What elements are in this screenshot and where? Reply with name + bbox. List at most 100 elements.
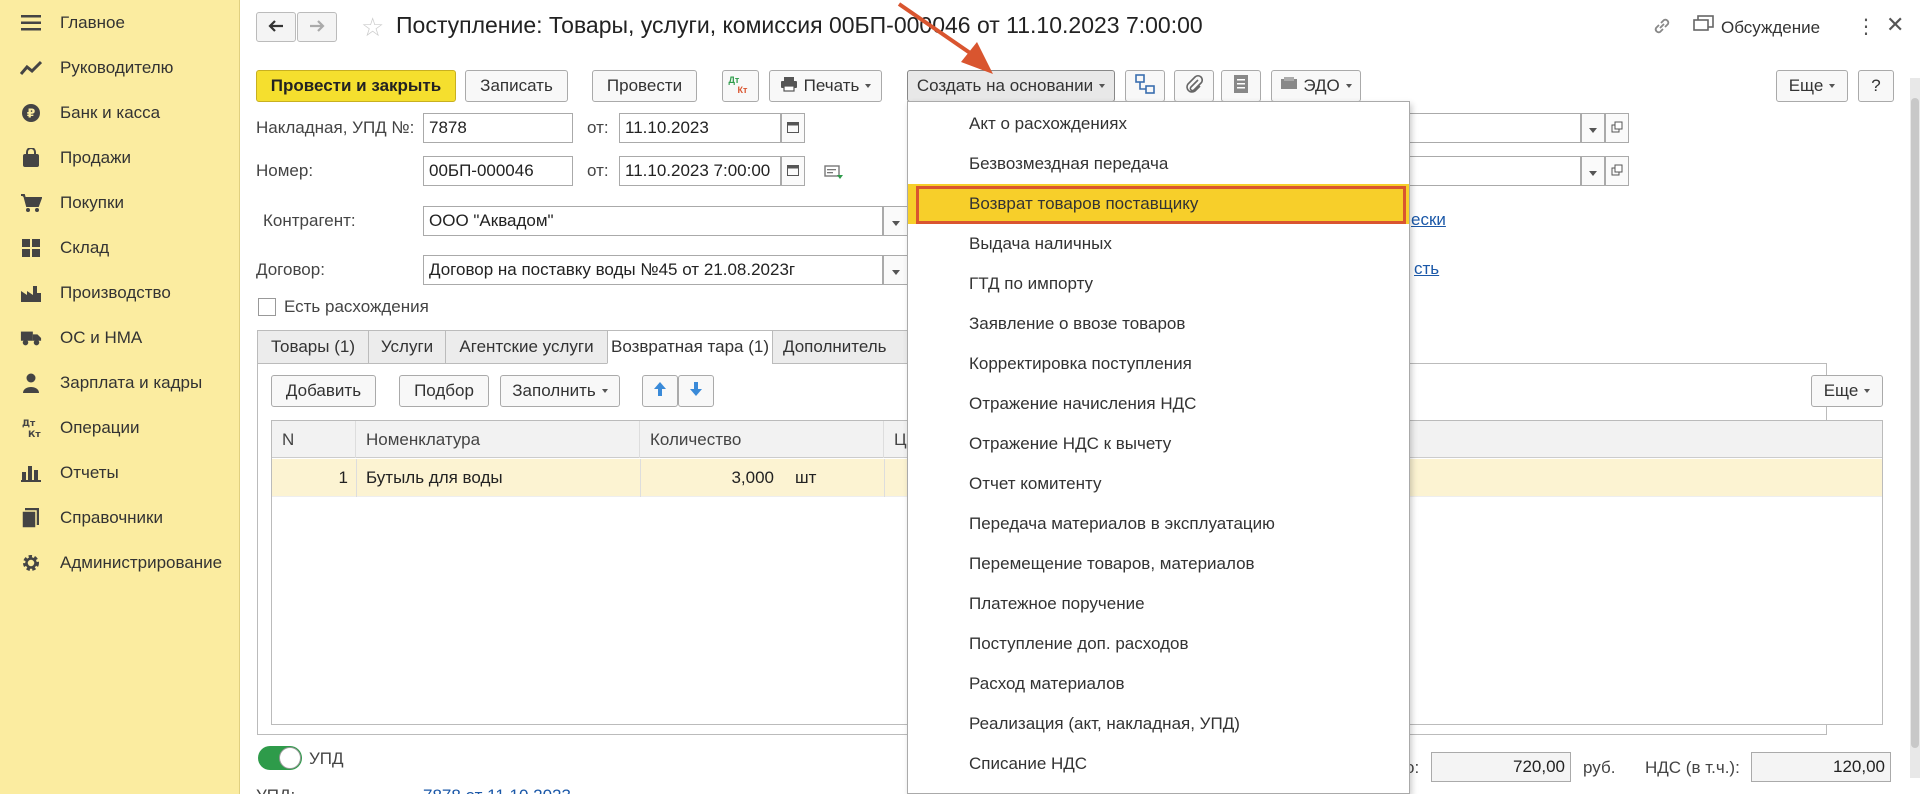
- upd-document-link[interactable]: 7878 от 11.10.2023: [423, 786, 571, 794]
- sidebar-item-manager[interactable]: Руководителю: [0, 48, 240, 88]
- edo-button[interactable]: ЭДО: [1271, 70, 1361, 102]
- invoice-from-label: от:: [587, 118, 609, 137]
- right-field-1[interactable]: [1406, 113, 1581, 143]
- invoice-date-field[interactable]: 11.10.2023: [619, 113, 781, 143]
- menu-item[interactable]: Отчет комитенту: [908, 464, 1409, 504]
- pick-button[interactable]: Подбор: [399, 375, 489, 407]
- edit-number-icon[interactable]: [824, 164, 844, 185]
- move-down-button[interactable]: [678, 375, 714, 407]
- column-header-n[interactable]: N: [272, 421, 356, 458]
- menu-item[interactable]: Списание НДС: [908, 744, 1409, 784]
- sidebar-item-reports[interactable]: Отчеты: [0, 453, 240, 493]
- tab-goods[interactable]: Товары (1): [257, 330, 369, 364]
- menu-item[interactable]: Платежное поручение: [908, 584, 1409, 624]
- more-button[interactable]: Еще: [1776, 70, 1848, 102]
- counterparty-side-link[interactable]: ески: [1411, 210, 1446, 230]
- books-icon: [20, 507, 42, 529]
- menu-icon: [20, 12, 42, 34]
- sidebar-item-bank[interactable]: ₽ Банк и касса: [0, 93, 240, 133]
- help-button[interactable]: ?: [1858, 70, 1894, 102]
- sidebar-item-salary[interactable]: Зарплата и кадры: [0, 363, 240, 403]
- edo-icon: [1280, 76, 1298, 97]
- sidebar-item-operations[interactable]: Дт Кт Операции: [0, 408, 240, 448]
- back-button[interactable]: [256, 12, 296, 42]
- invoice-date-calendar-button[interactable]: [781, 113, 805, 143]
- sidebar-item-label: ОС и НМА: [60, 328, 143, 347]
- tab-agent-services[interactable]: Агентские услуги: [445, 330, 608, 364]
- right-field-2-dropdown-button[interactable]: [1581, 156, 1605, 186]
- favorite-star-icon[interactable]: ☆: [361, 12, 384, 43]
- structure-button[interactable]: [1125, 70, 1165, 102]
- forward-button[interactable]: [297, 12, 337, 42]
- number-field[interactable]: 00БП-000046: [423, 156, 573, 186]
- save-button[interactable]: Записать: [465, 70, 568, 102]
- post-button[interactable]: Провести: [592, 70, 697, 102]
- menu-item[interactable]: Отражение НДС к вычету: [908, 424, 1409, 464]
- upd-toggle[interactable]: [258, 746, 302, 770]
- number-date-calendar-button[interactable]: [781, 156, 805, 186]
- counterparty-field[interactable]: ООО "Аквадом": [423, 206, 883, 236]
- discussion-button[interactable]: Обсуждение: [1693, 15, 1820, 40]
- menu-item[interactable]: Выдача наличных: [908, 224, 1409, 264]
- cell-name: Бутыль для воды: [366, 468, 503, 487]
- menu-item[interactable]: Отражение начисления НДС: [908, 384, 1409, 424]
- sidebar-item-main[interactable]: Главное: [0, 3, 240, 43]
- menu-item[interactable]: Передача материалов в эксплуатацию: [908, 504, 1409, 544]
- right-field-1-dropdown-button[interactable]: [1581, 113, 1605, 143]
- page-scrollbar[interactable]: [1910, 78, 1920, 778]
- right-field-2-open-button[interactable]: [1605, 156, 1629, 186]
- warehouse-icon: [20, 237, 42, 259]
- truck-icon: [20, 327, 42, 349]
- link-icon[interactable]: [1651, 15, 1673, 42]
- contract-field[interactable]: Договор на поставку воды №45 от 21.08.20…: [423, 255, 883, 285]
- tab-services[interactable]: Услуги: [368, 330, 446, 364]
- column-header-quantity[interactable]: Количество: [640, 421, 884, 458]
- right-field-1-open-button[interactable]: [1605, 113, 1629, 143]
- tab-additional[interactable]: Дополнитель: [772, 330, 912, 364]
- table-more-button[interactable]: Еще: [1811, 375, 1883, 407]
- menu-item[interactable]: Безвозмездная передача: [908, 144, 1409, 184]
- fill-button[interactable]: Заполнить: [500, 375, 620, 407]
- menu-item[interactable]: Поступление доп. расходов: [908, 624, 1409, 664]
- menu-item[interactable]: Заявление о ввозе товаров: [908, 304, 1409, 344]
- menu-item[interactable]: Реализация (акт, накладная, УПД): [908, 704, 1409, 744]
- sidebar-item-admin[interactable]: Администрирование: [0, 543, 240, 583]
- arrow-right-icon: [309, 17, 325, 37]
- attach-button[interactable]: [1174, 70, 1214, 102]
- svg-text:₽: ₽: [27, 107, 35, 121]
- tab-returnable-packaging[interactable]: Возвратная тара (1): [607, 330, 773, 364]
- column-header-name[interactable]: Номенклатура: [356, 421, 640, 458]
- invoice-label: Накладная, УПД №:: [256, 118, 415, 137]
- discrepancy-checkbox[interactable]: [258, 298, 276, 316]
- menu-item[interactable]: ГТД по импорту: [908, 264, 1409, 304]
- number-date-field[interactable]: 11.10.2023 7:00:00: [619, 156, 781, 186]
- number-from-label: от:: [587, 161, 609, 180]
- post-and-close-button[interactable]: Провести и закрыть: [256, 70, 456, 102]
- menu-item[interactable]: Расход материалов: [908, 664, 1409, 704]
- sidebar-item-sales[interactable]: Продажи: [0, 138, 240, 178]
- report-button[interactable]: [1221, 70, 1261, 102]
- sidebar-item-warehouse[interactable]: Склад: [0, 228, 240, 268]
- menu-item[interactable]: Корректировка поступления: [908, 344, 1409, 384]
- svg-text:Дт: Дт: [22, 419, 36, 429]
- add-row-button[interactable]: Добавить: [271, 375, 376, 407]
- menu-item[interactable]: Акт о расхождениях: [908, 104, 1409, 144]
- invoice-number-field[interactable]: 7878: [423, 113, 573, 143]
- print-button[interactable]: Печать: [769, 70, 882, 102]
- sidebar-item-production[interactable]: Производство: [0, 273, 240, 313]
- sidebar-item-fixed-assets[interactable]: ОС и НМА: [0, 318, 240, 358]
- sidebar-item-references[interactable]: Справочники: [0, 498, 240, 538]
- right-field-2[interactable]: [1406, 156, 1581, 186]
- gear-icon: [20, 552, 42, 574]
- more-vertical-icon[interactable]: ⋮: [1856, 14, 1876, 39]
- close-icon[interactable]: ✕: [1886, 12, 1904, 38]
- contract-dropdown-button[interactable]: [883, 255, 907, 285]
- contract-side-link[interactable]: сть: [1414, 259, 1439, 279]
- sidebar-item-purchases[interactable]: Покупки: [0, 183, 240, 223]
- menu-item[interactable]: Перемещение товаров, материалов: [908, 544, 1409, 584]
- printer-icon: [780, 76, 798, 97]
- dt-kt-button[interactable]: Дт Кт: [722, 70, 759, 102]
- counterparty-dropdown-button[interactable]: [883, 206, 907, 236]
- move-up-button[interactable]: [642, 375, 678, 407]
- sidebar-item-label: Администрирование: [60, 553, 223, 572]
